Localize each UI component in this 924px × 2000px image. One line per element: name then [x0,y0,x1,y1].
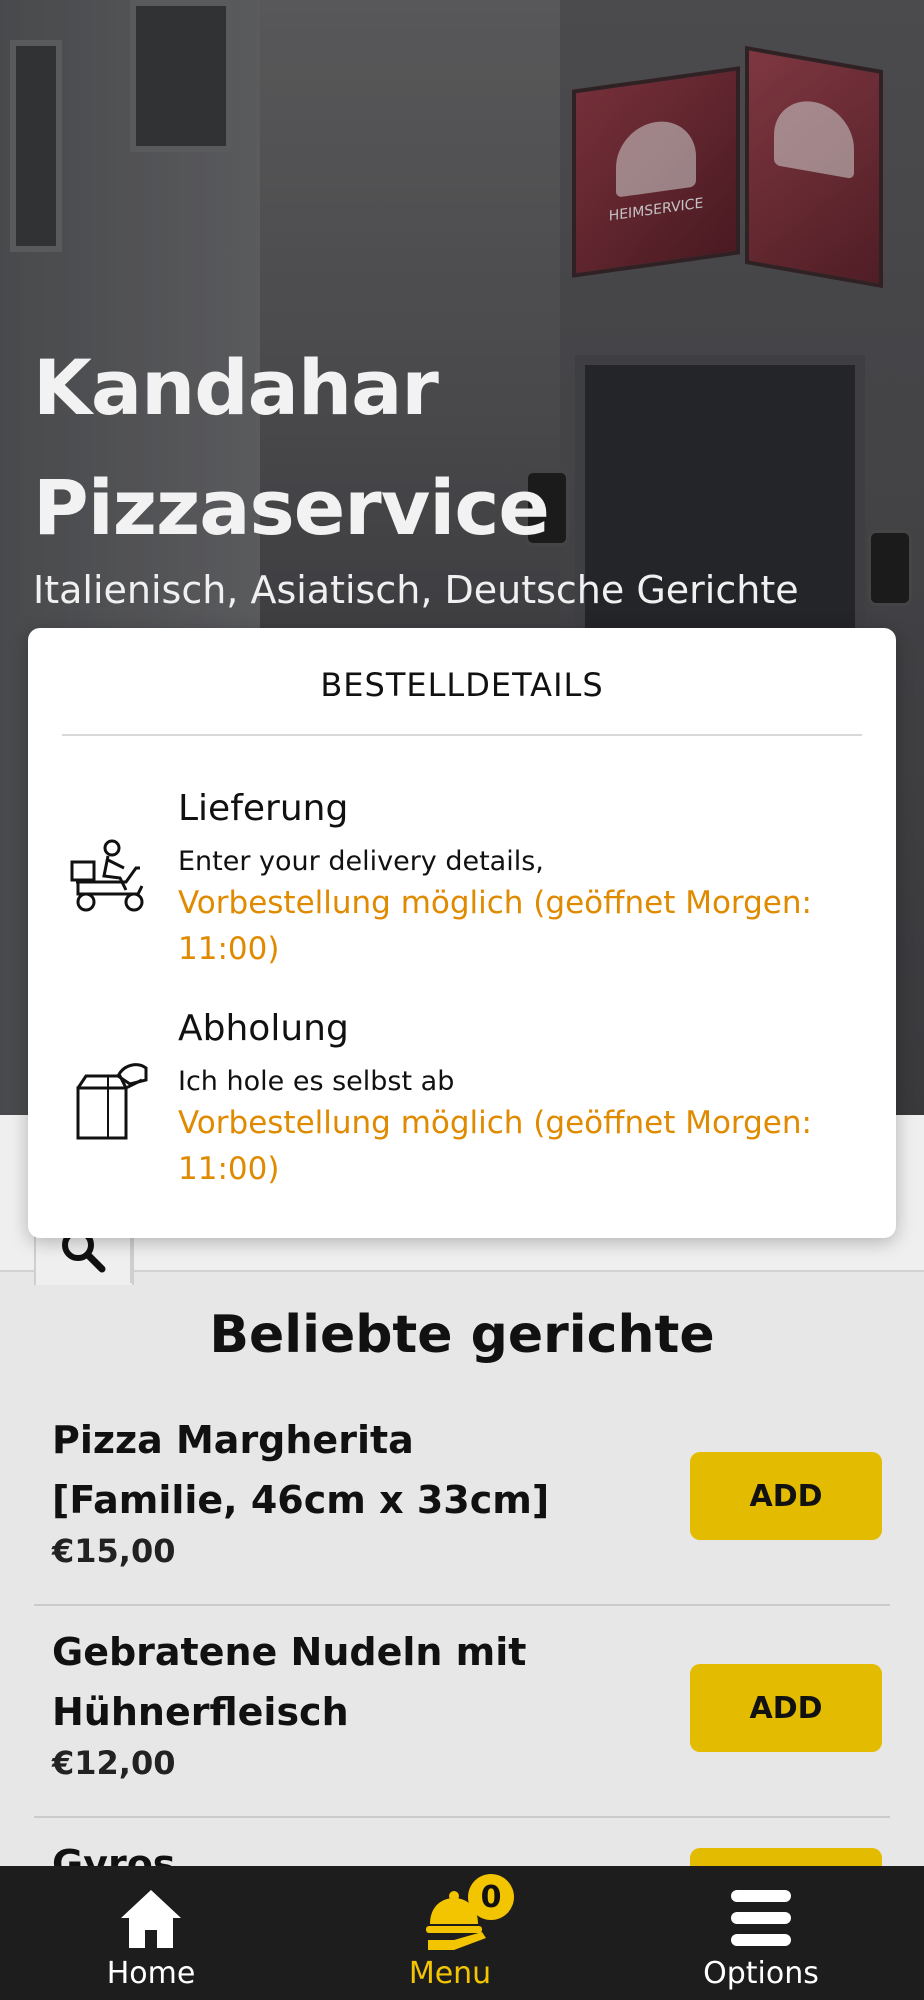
modal-title: BESTELLDETAILS [320,666,604,704]
restaurant-name-line2: Pizzaservice [33,463,550,552]
home-icon [121,1890,181,1948]
restaurant-name: Kandahar Pizzaservice [33,328,733,568]
hamburger-menu-icon [731,1890,791,1946]
delivery-title: Lieferung [178,788,349,829]
delivery-preorder-note: Vorbestellung möglich (geöffnet Morgen: … [178,885,812,967]
add-button[interactable]: ADD [690,1664,882,1752]
dish-price: €12,00 [52,1744,176,1782]
add-button[interactable]: ADD [690,1452,882,1540]
dish-name: Pizza Margherita [Familie, 46cm x 33cm] [52,1418,550,1522]
pickup-preorder-note: Vorbestellung möglich (geöffnet Morgen: … [178,1105,812,1187]
nav-menu[interactable]: 0 Menu [340,1866,560,2000]
nav-menu-label: Menu [408,1956,492,1991]
cart-count-badge: 0 [468,1874,514,1920]
pickup-description: Ich hole es selbst ab [178,1066,455,1097]
nav-options[interactable]: Options [651,1866,871,2000]
pickup-title: Abholung [178,1008,349,1049]
pickup-option[interactable]: Abholung Ich hole es selbst ab Vorbestel… [28,1008,896,1218]
delivery-scooter-icon [70,839,144,912]
bottom-navigation: Home 0 Menu Options [0,1866,924,2000]
pickup-bag-icon [76,1063,148,1140]
delivery-description: Enter your delivery details, [178,846,544,877]
dish-item: Gebratene Nudeln mit Hühnerfleisch €12,0… [34,1622,890,1818]
popular-dishes-heading: Beliebte gerichte [209,1305,715,1365]
nav-options-label: Options [703,1956,819,1991]
nav-home[interactable]: Home [41,1866,261,2000]
delivery-option[interactable]: Lieferung Enter your delivery details, V… [28,788,896,988]
order-details-modal: BESTELLDETAILS Lieferung Enter your deli… [28,628,896,1238]
dish-item: Pizza Margherita [Familie, 46cm x 33cm] … [34,1410,890,1606]
dish-name: Gebratene Nudeln mit Hühnerfleisch [52,1630,527,1734]
restaurant-name-line1: Kandahar [33,343,439,432]
nav-home-label: Home [106,1956,196,1991]
modal-divider [62,734,862,736]
dish-price: €15,00 [52,1532,176,1570]
cuisine-subtitle: Italienisch, Asiatisch, Deutsche Gericht… [33,568,799,612]
